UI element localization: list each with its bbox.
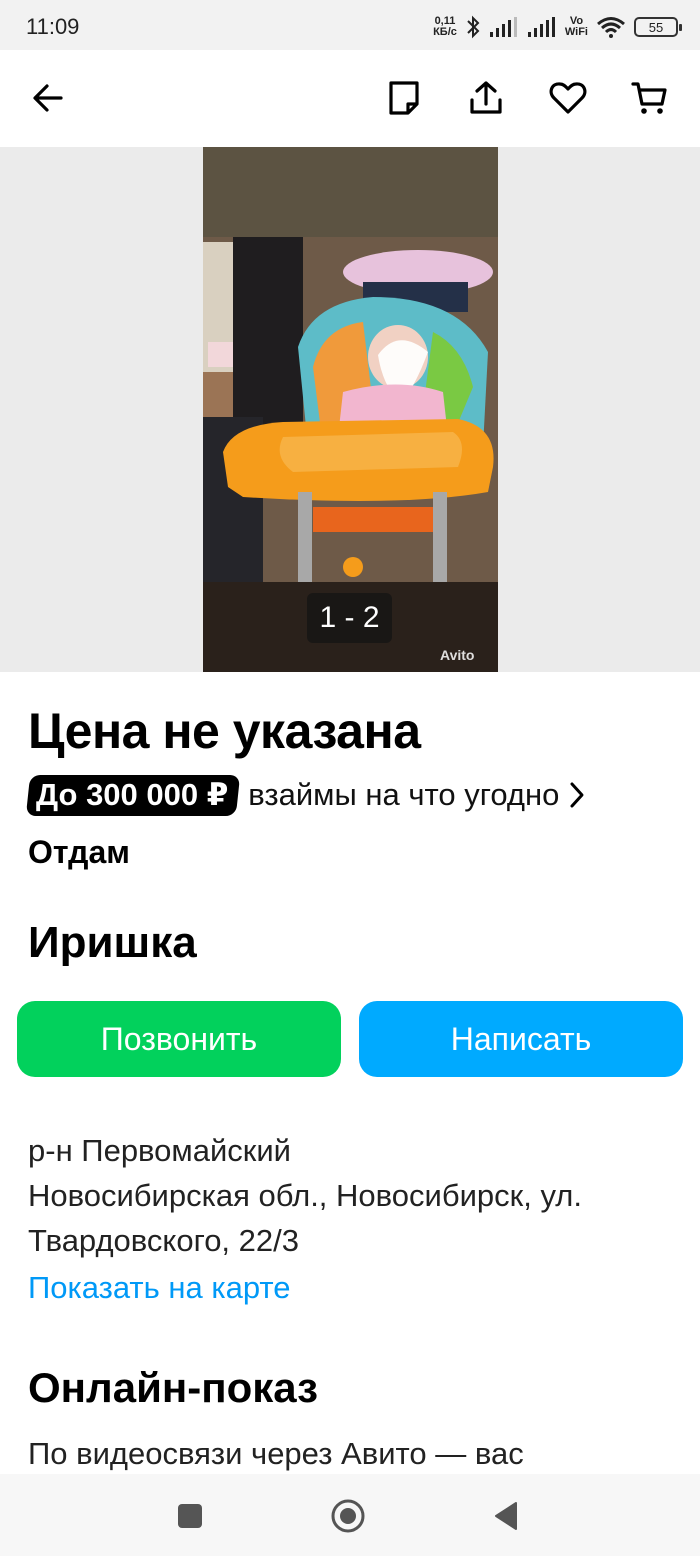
district: р-н Первомайский: [28, 1133, 291, 1168]
seller-name[interactable]: Иришка: [28, 918, 197, 968]
address-line-1: Новосибирская обл., Новосибирск, ул.: [28, 1178, 582, 1213]
home-circle-icon[interactable]: [328, 1496, 368, 1536]
show-on-map-link[interactable]: Показать на карте: [28, 1270, 291, 1306]
online-show-title: Онлайн-показ: [28, 1364, 319, 1411]
deal-type: Отдам: [28, 834, 130, 870]
note-icon[interactable]: [384, 78, 424, 118]
loan-promo[interactable]: До 300 000 ₽ взаймы на что угодно: [25, 772, 585, 818]
loan-promo-badge: До 300 000 ₽: [25, 774, 241, 816]
recents-square-icon[interactable]: [170, 1496, 210, 1536]
online-show-text: По видеосвязи через Авито — вас: [28, 1436, 524, 1471]
back-arrow-icon[interactable]: [28, 78, 68, 118]
call-button[interactable]: Позвонить: [17, 1001, 341, 1077]
cart-icon[interactable]: [630, 78, 670, 118]
address-block: р-н Первомайский Новосибирская обл., Нов…: [28, 1128, 678, 1263]
battery-indicator: 55: [634, 17, 682, 37]
system-navigation-bar: [0, 1474, 700, 1556]
signal-icon: [489, 17, 517, 37]
address-line-2: Твардовского, 22/3: [28, 1223, 299, 1258]
back-triangle-icon[interactable]: [486, 1496, 526, 1536]
app-bar: [0, 50, 700, 147]
photo-counter: 1 - 2: [307, 593, 392, 643]
network-speed: 0,11 КБ/с: [433, 15, 457, 38]
status-icons: 0,11 КБ/с Vo WiFi 55: [433, 12, 682, 42]
status-time: 11:09: [26, 14, 80, 39]
chevron-right-icon: [569, 781, 585, 809]
avito-watermark: Avito: [440, 647, 475, 663]
status-bar: 11:09 0,11 КБ/с Vo WiFi 55: [0, 0, 700, 50]
loan-promo-text: взаймы на что угодно: [248, 777, 560, 812]
write-message-button[interactable]: Написать: [359, 1001, 683, 1077]
signal-icon-2: [527, 17, 555, 37]
photo-gallery[interactable]: 1 - 2 Avito: [0, 147, 700, 672]
price-label: Цена не указана: [28, 703, 421, 759]
vowifi-indicator: Vo WiFi: [564, 15, 588, 38]
share-icon[interactable]: [466, 78, 506, 118]
favorite-heart-icon[interactable]: [548, 78, 588, 118]
wifi-icon: [597, 17, 625, 38]
bluetooth-icon: [467, 15, 480, 39]
